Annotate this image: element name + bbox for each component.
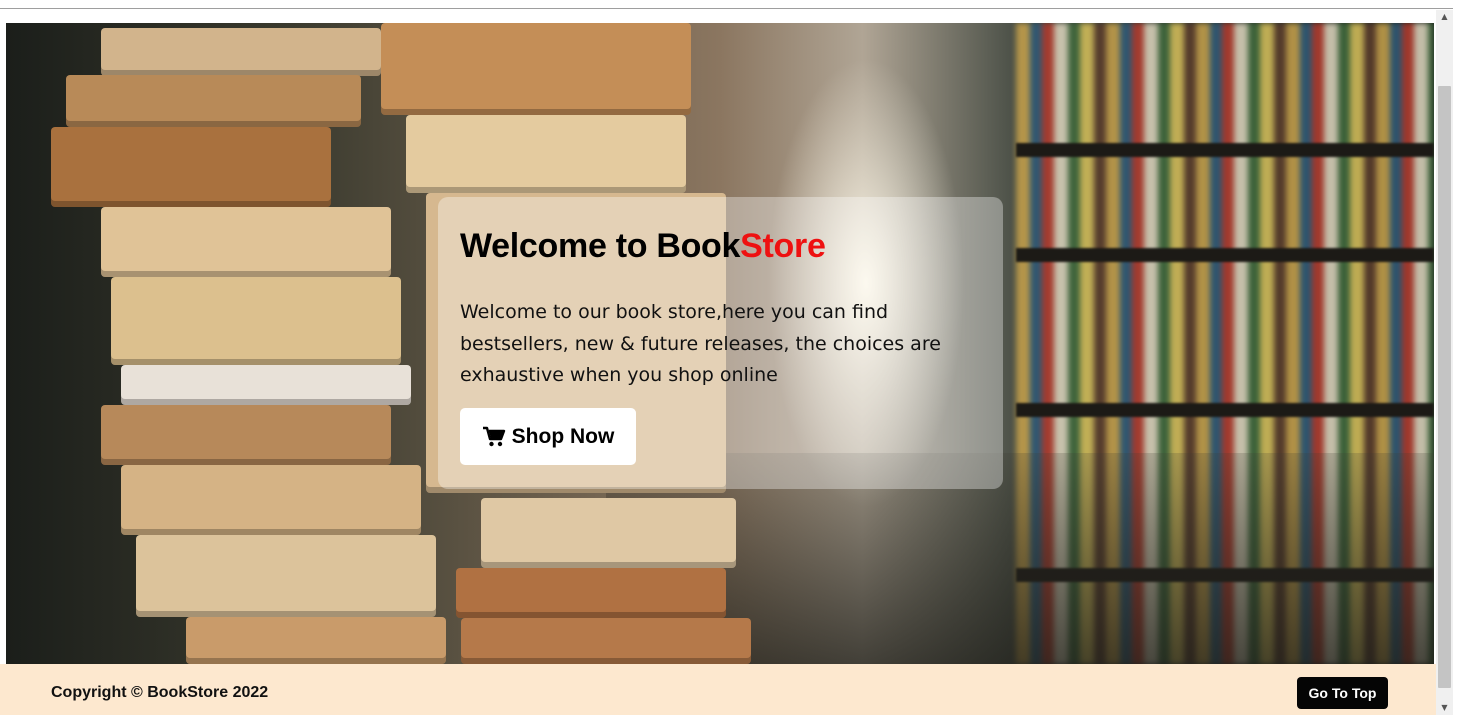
book-spine	[461, 618, 751, 664]
book-spine	[121, 365, 411, 405]
book-spine	[121, 465, 421, 535]
scroll-thumb[interactable]	[1438, 86, 1451, 688]
book-spine	[456, 568, 726, 618]
shop-now-button[interactable]: Shop Now	[460, 408, 636, 465]
shop-now-label: Shop Now	[511, 424, 615, 448]
page-title: Welcome to BookStore	[460, 227, 826, 266]
book-spine	[381, 23, 691, 115]
book-spine	[111, 277, 401, 365]
title-accent: Store	[740, 227, 826, 265]
welcome-description: Welcome to our book store,here you can f…	[460, 301, 941, 386]
window-edge	[1453, 0, 1467, 715]
browser-top-edge	[0, 0, 1467, 9]
book-spine	[481, 498, 736, 568]
book-spine	[136, 535, 436, 617]
shopping-cart-icon	[482, 426, 505, 446]
welcome-panel: Welcome to BookStore Welcome to our book…	[438, 197, 1003, 489]
shelf-board	[1016, 403, 1434, 417]
scroll-down-arrow-icon[interactable]: ▼	[1436, 701, 1453, 715]
book-spine	[406, 115, 686, 193]
book-spine	[101, 405, 391, 465]
title-main: Welcome to Book	[460, 227, 741, 265]
book-spine	[66, 75, 361, 127]
book-spine	[101, 207, 391, 277]
shelf-board	[1016, 143, 1434, 157]
shelf-board	[1016, 248, 1434, 262]
scroll-up-arrow-icon[interactable]: ▲	[1436, 10, 1453, 24]
vertical-scrollbar[interactable]: ▲ ▼	[1436, 10, 1453, 715]
book-spine	[51, 127, 331, 207]
book-spine	[101, 28, 381, 76]
go-to-top-button[interactable]: Go To Top	[1297, 677, 1388, 709]
footer: Copyright © BookStore 2022 Go To Top	[0, 664, 1436, 715]
copyright-text: Copyright © BookStore 2022	[51, 684, 269, 701]
book-spine	[186, 617, 446, 664]
